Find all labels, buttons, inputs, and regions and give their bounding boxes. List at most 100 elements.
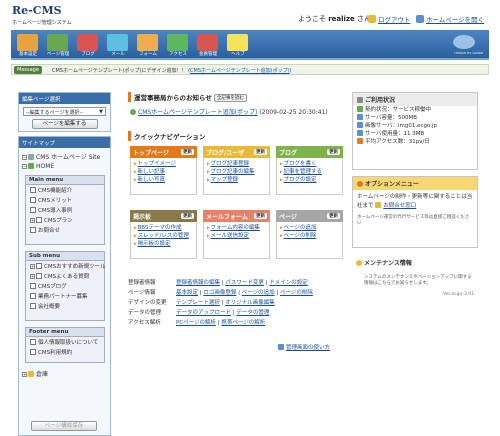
menu-item[interactable]: + CMSプラン — [26, 215, 104, 225]
card-profile: ブログ/ユーザ 更新 ▸ブログ記事登録 ▸ブログ記事の編集 ▸マップ登録 — [203, 146, 270, 195]
contact-link[interactable]: お問合せ窓口 — [383, 203, 416, 209]
quick-links-row: 登録者情報 登録者情報の編集 | パスワード変更 | ドメインの設定 — [128, 280, 308, 286]
card-link[interactable]: ▸記事を管理する — [280, 168, 339, 176]
row-label: データの管理 — [128, 310, 162, 316]
menu-item[interactable]: CMS導入事例 — [26, 205, 104, 215]
card-profile-update[interactable]: 更新 — [254, 149, 267, 155]
menu-item[interactable]: お問合せ — [26, 225, 104, 235]
footer-menu-title: Footer menu — [26, 328, 104, 337]
quick-nav-title: クイックナビゲーション — [128, 131, 205, 141]
mail-icon[interactable] — [107, 34, 128, 51]
card-link[interactable]: ▸新しい記事 — [134, 168, 193, 176]
nav-stats-label[interactable]: アクセス — [163, 51, 193, 57]
nav-member-label[interactable]: 会員管理 — [193, 51, 223, 57]
menu-item[interactable]: 個人情報取扱いについて — [26, 337, 104, 347]
page-icon — [36, 263, 42, 269]
card-mailform-header[interactable]: メールフォーム 更新 — [203, 210, 270, 222]
collapse-icon[interactable]: − — [22, 155, 27, 160]
usage-link-wrap[interactable]: 管理画面の使い方 — [278, 343, 330, 351]
sitemap-root[interactable]: − CMS ホームページ Site — [22, 152, 100, 161]
card-top-header[interactable]: トップページ 更新 — [130, 146, 197, 158]
card-top-update[interactable]: 更新 — [181, 149, 194, 155]
message-label: Message — [14, 66, 42, 74]
form-icon[interactable] — [137, 34, 158, 51]
usage-link[interactable]: 管理画面の使い方 — [286, 345, 330, 351]
contract-icon — [357, 106, 363, 112]
blog-icon[interactable] — [77, 34, 98, 51]
message-bar: Message CMSホームページテンプレート(ポップ)にデザイン追加！！ (C… — [11, 64, 489, 75]
menu-item[interactable]: CMSメリット — [26, 195, 104, 205]
sitemap-home[interactable]: − HOME — [22, 163, 54, 170]
page-icon — [30, 283, 36, 289]
card-bbs-update[interactable]: 更新 — [181, 213, 194, 219]
card-link[interactable]: ▸ページの削除 — [280, 232, 339, 240]
expand-icon[interactable]: + — [30, 218, 35, 223]
collapse-icon[interactable]: − — [22, 164, 27, 169]
message-link[interactable]: CMSホームページテンプレート追加(ポップ) — [190, 68, 289, 74]
card-link[interactable]: ▸トップイメージ — [134, 160, 193, 168]
card-blog-header[interactable]: ブログ 更新 — [276, 146, 343, 158]
page-select-dropdown[interactable]: --編集するページを選択-- ▼ — [23, 107, 106, 116]
card-link[interactable]: ▸ブログ記事登録 — [207, 160, 266, 168]
menu-item[interactable]: CMS利用規約 — [26, 347, 104, 357]
nav-help-label[interactable]: ヘルプ — [223, 51, 253, 57]
menu-item[interactable]: + CMSよくある質問 — [26, 271, 104, 281]
menu-item[interactable]: CMS機能紹介 — [26, 185, 104, 195]
logout-link[interactable]: ログアウト — [378, 16, 411, 24]
notice-item[interactable]: CMSホームページテンプレート追加(ポップ) (2009-02-25 20:30… — [130, 107, 328, 116]
card-profile-header[interactable]: ブログ/ユーザ 更新 — [203, 146, 270, 158]
expand-icon[interactable]: + — [22, 372, 27, 377]
card-link[interactable]: ▸ブログ記事の編集 — [207, 168, 266, 176]
nav-form-label[interactable]: フォーム — [133, 51, 163, 57]
stats-icon[interactable] — [167, 34, 188, 51]
card-mailform-update[interactable]: 更新 — [254, 213, 267, 219]
settings-icon[interactable] — [17, 34, 38, 51]
brand-logo-icon — [453, 35, 475, 49]
menu-item[interactable]: + CMSおすすめ新規ツール — [26, 261, 106, 271]
card-link[interactable]: ▸新しい写真 — [134, 176, 193, 184]
card-link[interactable]: ▸ブログの設定 — [280, 176, 339, 184]
notice-link[interactable]: CMSホームページテンプレート追加(ポップ) — [138, 109, 257, 116]
card-link[interactable]: ▸掲示板の設定 — [134, 240, 193, 248]
expand-icon[interactable]: + — [30, 264, 35, 269]
card-bbs-header[interactable]: 掲示板 更新 — [130, 210, 197, 222]
logout-link-wrap[interactable]: ログアウト — [368, 14, 411, 24]
member-icon[interactable] — [197, 34, 218, 51]
card-top: トップページ 更新 ▸トップイメージ ▸新しい記事 ▸新しい写真 — [130, 146, 197, 195]
sub-menu-title: Sub menu — [26, 252, 104, 261]
expand-icon[interactable]: + — [30, 274, 35, 279]
maintenance-box: メンテナンス情報 システムのメンテナンスやバージョンアップに関する情報はこちらで… — [352, 256, 478, 316]
card-link[interactable]: ▸スレッド/レスの管理 — [134, 232, 193, 240]
menu-item[interactable]: CMSブログ — [26, 281, 104, 291]
menu-item[interactable]: 業務パートナー募集 — [26, 291, 104, 301]
page-icon[interactable] — [47, 34, 68, 51]
edit-page-button[interactable]: ページを編集する — [31, 119, 98, 129]
option-text: ホームページの制作・更新等に関することは当社まで お問合せ窓口 — [357, 194, 473, 209]
maintenance-text: システムのメンテナンスやバージョンアップに関する情報はこちらでお知らせします。 — [364, 275, 472, 286]
card-blog-update[interactable]: 更新 — [327, 149, 340, 155]
nav-blog-label[interactable]: ブログ — [73, 51, 103, 57]
help-icon[interactable] — [227, 34, 248, 51]
star-icon — [357, 181, 363, 187]
nav-page-label[interactable]: ページ管理 — [43, 51, 73, 57]
nav-mail-label[interactable]: メール — [103, 51, 133, 57]
quick-links-row: アクセス解析 PCページの解析 | 携帯ページの解析 — [128, 320, 266, 326]
card-link[interactable]: ▸フォーム内容の編集 — [207, 224, 266, 232]
open-homepage-link-wrap[interactable]: ホームページを開く — [416, 14, 484, 24]
status-row: サーバ容量：500MB — [353, 114, 477, 122]
page-icon — [30, 293, 36, 299]
card-link[interactable]: ▸ブログを書く — [280, 160, 339, 168]
read-all-button[interactable]: 全記事を読む — [213, 94, 247, 102]
open-homepage-link[interactable]: ホームページを開く — [426, 16, 484, 24]
nav-settings-label[interactable]: 基本設定 — [13, 51, 43, 57]
option-box: オプションメニュー ホームページの制作・更新等に関することは当社まで お問合せ窓… — [352, 176, 478, 248]
card-page-header[interactable]: ページ 更新 — [276, 210, 343, 222]
trash-folder[interactable]: + 倉庫 — [22, 369, 48, 378]
card-page-update[interactable]: 更新 — [327, 213, 340, 219]
menu-item[interactable]: 会社概要 — [26, 301, 104, 311]
card-link[interactable]: ▸BBSテーマの作成 — [134, 224, 193, 232]
chevron-down-icon: ▼ — [99, 109, 103, 115]
card-link[interactable]: ▸ページの追加 — [280, 224, 339, 232]
card-link[interactable]: ▸マップ登録 — [207, 176, 266, 184]
card-link[interactable]: ▸メール送信設定 — [207, 232, 266, 240]
